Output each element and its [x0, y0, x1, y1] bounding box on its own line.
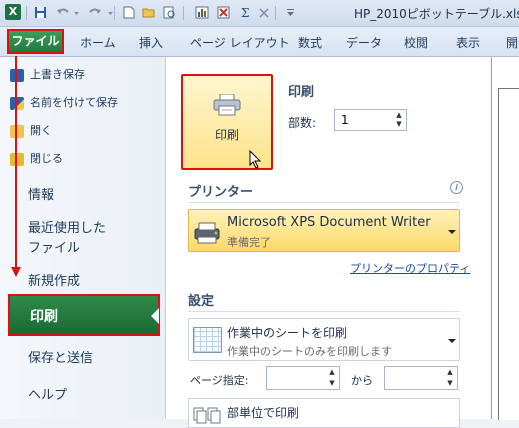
printer-dropdown[interactable]: Microsoft XPS Document Writer 準備完了	[188, 209, 460, 252]
divider	[188, 202, 460, 203]
tab-insert[interactable]: 挿入	[139, 34, 163, 51]
collate-icon	[193, 407, 221, 424]
info-icon[interactable]: i	[450, 181, 463, 194]
tab-view[interactable]: 表示	[456, 34, 480, 51]
save-icon	[10, 68, 24, 82]
print-button-label: 印刷	[214, 128, 239, 142]
recent-menu-item-line2[interactable]: ファイル	[28, 237, 80, 256]
tab-review[interactable]: 校閲	[404, 34, 428, 51]
tab-home[interactable]: ホーム	[80, 34, 116, 51]
close-label: 閉じる	[30, 152, 63, 165]
printer-name: Microsoft XPS Document Writer	[227, 215, 431, 230]
pages-from-input[interactable]: ▲ ▼	[266, 366, 340, 390]
printer-icon	[213, 94, 241, 116]
excel-logo-icon[interactable]: X	[5, 4, 21, 20]
print-section-title: 印刷	[288, 85, 315, 100]
chevron-down-icon	[448, 230, 456, 234]
copies-label: 部数:	[288, 116, 317, 130]
print-what-description: 作業中のシートのみを印刷します	[227, 345, 392, 358]
save-as-label: 名前を付けて保存	[30, 96, 118, 109]
pages-to-label: から	[351, 374, 373, 387]
print-menu-item[interactable]: 印刷	[8, 294, 160, 336]
printer-status: 準備完了	[227, 236, 271, 249]
separator	[114, 6, 115, 20]
chevron-down-icon[interactable]	[69, 6, 83, 19]
printer-icon	[194, 222, 220, 244]
collation-dropdown[interactable]: 部単位で印刷	[188, 398, 460, 428]
new-menu-item[interactable]: 新規作成	[28, 270, 80, 289]
settings-section-title: 設定	[188, 294, 215, 309]
print-what-title: 作業中のシートを印刷	[227, 326, 348, 340]
recent-menu-item-line1[interactable]: 最近使用した	[28, 217, 106, 236]
customize-icon[interactable]	[283, 6, 297, 19]
tab-data[interactable]: データ	[346, 34, 382, 51]
tab-page-layout[interactable]: ページ レイアウト	[190, 34, 290, 51]
tab-formulas[interactable]: 数式	[298, 34, 322, 51]
copies-input[interactable]: 1 ▲ ▼	[334, 109, 407, 131]
tab-file[interactable]: ファイル	[7, 29, 64, 54]
chevron-down-icon	[448, 339, 456, 343]
separator	[275, 6, 276, 20]
print-menu-label: 印刷	[30, 309, 58, 325]
annotation-arrow-head	[11, 267, 21, 277]
save-as-icon	[10, 96, 24, 110]
spin-down-icon[interactable]: ▼	[445, 379, 455, 388]
ribbon-tabs: ホーム 挿入 ページ レイアウト 数式 データ 校閲 表示 開	[0, 27, 519, 57]
pages-label: ページ指定:	[190, 374, 249, 387]
new-icon[interactable]	[122, 6, 136, 19]
close-folder-icon	[10, 152, 24, 166]
annotation-arrow	[15, 56, 17, 269]
separator	[26, 6, 27, 20]
close-menu-item[interactable]: 閉じる	[10, 150, 63, 170]
redo-icon[interactable]	[88, 6, 102, 19]
save-as-menu-item[interactable]: 名前を付けて保存	[10, 94, 118, 114]
spin-up-icon[interactable]: ▲	[445, 368, 455, 377]
pages-to-input[interactable]: ▲ ▼	[384, 366, 458, 390]
spin-up-icon[interactable]: ▲	[394, 111, 404, 120]
svg-text:Σ: Σ	[241, 6, 249, 19]
collation-title: 部単位で印刷	[227, 406, 300, 420]
chart-icon[interactable]	[195, 6, 209, 19]
window-title: HP_2010ピボットテーブル.xlsx	[354, 7, 519, 21]
save-menu-item[interactable]: 上書き保存	[10, 66, 85, 86]
sigma-icon[interactable]: Σ	[239, 6, 253, 20]
save-send-menu-item[interactable]: 保存と送信	[28, 347, 93, 366]
open-label: 開く	[30, 124, 52, 137]
spin-down-icon[interactable]: ▼	[394, 120, 404, 129]
clear-icon[interactable]	[217, 6, 231, 19]
preview-page	[498, 88, 519, 420]
selection-notch	[151, 308, 159, 324]
copies-value: 1	[341, 113, 349, 127]
help-menu-item[interactable]: ヘルプ	[28, 384, 67, 403]
backstage-nav: 上書き保存 名前を付けて保存 開く 閉じる 情報 最近使用した ファイル 新規作…	[0, 57, 166, 419]
print-preview-icon[interactable]	[162, 6, 176, 19]
printer-section-title: プリンター	[188, 185, 254, 200]
print-what-dropdown[interactable]: 作業中のシートを印刷 作業中のシートのみを印刷します	[188, 318, 460, 361]
spin-up-icon[interactable]: ▲	[327, 368, 337, 377]
separator	[183, 6, 184, 20]
save-label: 上書き保存	[30, 68, 85, 81]
tab-developer[interactable]: 開	[506, 34, 518, 51]
printer-properties-link[interactable]: プリンターのプロパティ	[350, 260, 470, 276]
sheet-icon	[193, 327, 222, 353]
undo-icon[interactable]	[56, 6, 70, 19]
title-bar: X Σ HP_2010ピボットテーブル.xlsx	[0, 0, 519, 27]
save-icon[interactable]	[33, 6, 47, 19]
mouse-cursor-icon	[249, 150, 262, 169]
open-icon[interactable]	[142, 6, 156, 19]
spin-down-icon[interactable]: ▼	[327, 379, 337, 388]
info-menu-item[interactable]: 情報	[28, 184, 54, 203]
clear-all-icon[interactable]	[257, 6, 271, 19]
divider	[188, 311, 460, 312]
open-folder-icon	[10, 124, 24, 138]
